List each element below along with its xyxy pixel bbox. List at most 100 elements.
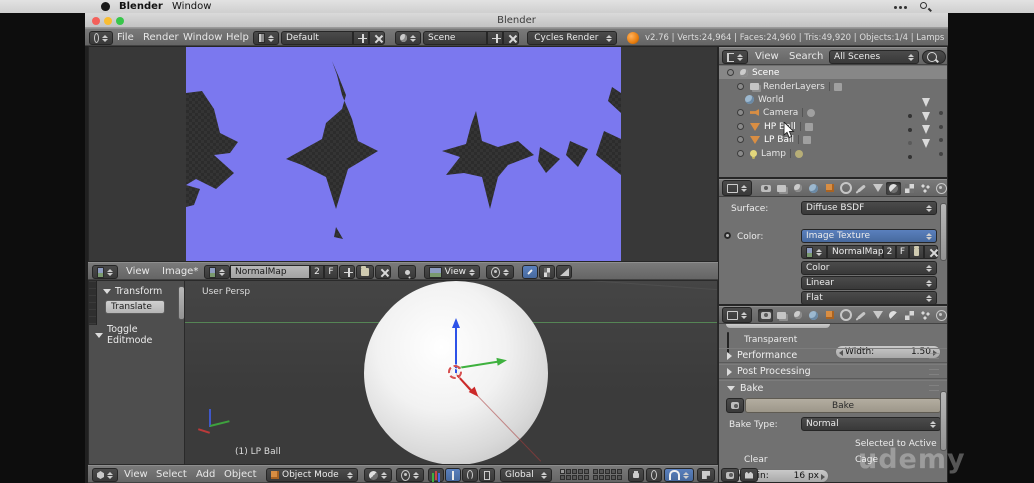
- pivot-point-dropdown[interactable]: [396, 468, 424, 482]
- menubar-window-menu[interactable]: Window: [172, 0, 211, 13]
- rotate-manipulator-toggle[interactable]: [462, 468, 478, 482]
- texture-color-space-dropdown[interactable]: Color: [801, 261, 937, 275]
- snap-toggle-button[interactable]: [664, 468, 694, 482]
- uv-image-browse-button[interactable]: [204, 265, 230, 279]
- uv-image-name-field[interactable]: NormalMap: [230, 265, 310, 279]
- layer-cell[interactable]: [593, 475, 598, 480]
- texture-tab-icon[interactable]: [902, 182, 917, 195]
- camera-data-icon[interactable]: [807, 108, 816, 117]
- scene-name-field[interactable]: Scene: [423, 31, 487, 45]
- uv-new-image-button[interactable]: [339, 265, 355, 279]
- scale-manipulator-toggle[interactable]: [479, 468, 495, 482]
- lock-to-scene-button[interactable]: [628, 468, 644, 482]
- uv-display-mode-dropdown[interactable]: View: [424, 265, 480, 279]
- apple-logo-icon[interactable]: [101, 2, 110, 11]
- screen-layout-name-field[interactable]: Default: [281, 31, 353, 45]
- window-titlebar[interactable]: Blender: [85, 13, 948, 28]
- layer-cell[interactable]: [593, 469, 598, 474]
- editor-type-image-button[interactable]: [92, 265, 118, 279]
- layer-cell[interactable]: [572, 475, 577, 480]
- uv-paint-mode-button[interactable]: [522, 265, 538, 279]
- texture-unlink-button[interactable]: [924, 245, 938, 259]
- scene-tab-icon[interactable]: [790, 182, 805, 195]
- manipulator-toggle-button[interactable]: [428, 468, 444, 482]
- translate-button[interactable]: Translate: [105, 300, 165, 314]
- texture-projection-dropdown[interactable]: Flat: [801, 291, 937, 304]
- outliner-menu-search[interactable]: Search: [789, 48, 823, 65]
- outliner-item-label[interactable]: Camera: [763, 108, 798, 118]
- outliner-item-label[interactable]: Lamp: [761, 149, 786, 159]
- layer-cell[interactable]: [560, 475, 565, 480]
- expand-toggle-icon[interactable]: [737, 136, 744, 143]
- layer-cell[interactable]: [617, 475, 622, 480]
- outliner-menu-view[interactable]: View: [755, 48, 779, 65]
- uv-menu-image[interactable]: Image*: [162, 263, 198, 280]
- render-tab-icon[interactable]: [758, 308, 773, 322]
- outliner-item-label[interactable]: World: [758, 95, 784, 105]
- modifiers-tab-icon[interactable]: [854, 309, 869, 322]
- texture-image-browse-button[interactable]: [801, 245, 827, 259]
- editor-type-outliner-button[interactable]: [722, 50, 748, 64]
- object-tab-icon[interactable]: [822, 182, 837, 195]
- expand-toggle-icon[interactable]: [737, 83, 744, 90]
- bake-type-dropdown[interactable]: Normal: [801, 417, 941, 431]
- lamp-data-icon[interactable]: [795, 149, 804, 158]
- outliner-row-camera[interactable]: Camera: [719, 98, 947, 126]
- uv-mask-mode-button[interactable]: [539, 265, 555, 279]
- proportional-edit-dropdown[interactable]: [646, 468, 662, 482]
- layer-cell[interactable]: [566, 469, 571, 474]
- tool-shelf-scrollbar[interactable]: [178, 286, 184, 320]
- menu-help[interactable]: Help: [226, 29, 249, 46]
- constraints-tab-icon[interactable]: [838, 309, 853, 322]
- mesh-data-icon[interactable]: [804, 122, 813, 131]
- outliner-row-hp-ball[interactable]: HP Ball: [719, 112, 947, 140]
- object-data-tab-icon[interactable]: [870, 182, 885, 195]
- render-layers-tab-icon[interactable]: [774, 309, 789, 322]
- texture-open-image-button[interactable]: [909, 245, 924, 259]
- color-input-dropdown[interactable]: Image Texture: [801, 229, 937, 243]
- layer-cell[interactable]: [599, 469, 604, 474]
- editor-type-3dview-button[interactable]: [92, 468, 118, 482]
- render-tab-icon[interactable]: [758, 182, 773, 195]
- delete-scene-button[interactable]: [503, 31, 519, 45]
- outliner-row-scene[interactable]: Scene: [719, 66, 947, 79]
- layer-cell[interactable]: [584, 475, 589, 480]
- outliner-search-field[interactable]: [922, 50, 946, 64]
- layer-cell[interactable]: [566, 475, 571, 480]
- outliner-item-label[interactable]: Scene: [752, 68, 779, 78]
- material-panel-scrollbar[interactable]: [940, 203, 947, 261]
- object-tab-icon[interactable]: [822, 309, 837, 322]
- view3d-menu-view[interactable]: View: [124, 466, 148, 483]
- uv-image-users-button[interactable]: 2: [310, 265, 324, 279]
- slider-right-arrow-icon[interactable]: [821, 474, 825, 480]
- view3d-menu-select[interactable]: Select: [156, 466, 187, 483]
- modifiers-tab-icon[interactable]: [854, 182, 869, 195]
- world-tab-icon[interactable]: [806, 182, 821, 195]
- layer-cell[interactable]: [605, 475, 610, 480]
- normal-map-image[interactable]: [186, 47, 621, 261]
- layer-cell[interactable]: [560, 469, 565, 474]
- expand-toggle-icon[interactable]: [727, 69, 734, 76]
- interaction-mode-dropdown[interactable]: Object Mode: [266, 468, 358, 482]
- uv-menu-view[interactable]: View: [126, 263, 150, 280]
- layers-grid-group-1[interactable]: [560, 469, 589, 480]
- layer-cell[interactable]: [611, 475, 616, 480]
- expand-toggle-icon[interactable]: [737, 150, 744, 157]
- layer-cell[interactable]: [578, 475, 583, 480]
- physics-tab-icon[interactable]: [934, 309, 947, 322]
- translate-manipulator-toggle[interactable]: [445, 468, 461, 482]
- viewport-3d[interactable]: User Persp (1) LP Ball: [185, 280, 718, 465]
- transform-panel-header[interactable]: Transform: [103, 286, 162, 297]
- editor-type-properties-button[interactable]: [722, 180, 752, 196]
- tool-shelf-tabs-strip[interactable]: [89, 281, 97, 325]
- editor-type-properties-button[interactable]: [722, 307, 752, 323]
- particles-tab-icon[interactable]: [918, 182, 933, 195]
- uv-unlink-image-button[interactable]: [375, 265, 391, 279]
- material-tab-icon[interactable]: [886, 309, 901, 322]
- layer-cell[interactable]: [578, 469, 583, 474]
- scene-icon-button[interactable]: [395, 31, 421, 45]
- viewport-shading-dropdown[interactable]: [364, 468, 392, 482]
- spotlight-search-icon[interactable]: [920, 2, 927, 9]
- texture-interpolation-dropdown[interactable]: Linear: [801, 276, 937, 290]
- particles-tab-icon[interactable]: [918, 309, 933, 322]
